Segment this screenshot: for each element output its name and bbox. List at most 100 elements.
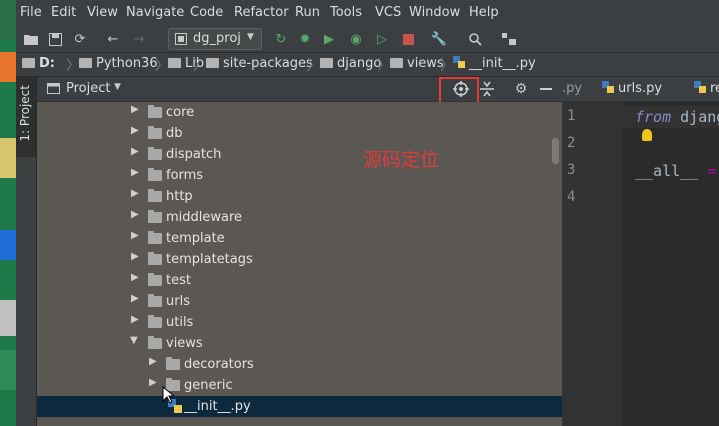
tree-item-forms[interactable]: ▶ forms [37,165,562,186]
tree-item-dispatch[interactable]: ▶ dispatch [37,144,562,165]
run-configuration-dropdown[interactable]: dg_proj ▼ [168,28,262,50]
tree-item-templatetags[interactable]: ▶ templatetags [37,249,562,270]
editor-tab-re[interactable]: re [694,81,719,96]
menu-edit[interactable]: Edit [51,5,76,20]
breadcrumb-python36[interactable]: Python36 [79,56,158,71]
menu-navigate[interactable]: Navigate [126,5,184,20]
code-operator: = [698,162,717,180]
tree-item-urls[interactable]: ▶ urls [37,291,562,312]
expand-arrow-icon[interactable]: ▶ [131,146,139,157]
folder-icon [320,58,333,68]
tree-item-test[interactable]: ▶ test [37,270,562,291]
tree-item-label: __init__.py [184,399,251,414]
stop-icon[interactable] [399,30,417,48]
minimize-icon[interactable] [537,80,555,98]
menu-code[interactable]: Code [190,5,223,20]
collapse-arrow-icon[interactable]: ▼ [130,335,138,346]
menu-file[interactable]: File [20,5,42,20]
expand-arrow-icon[interactable]: ▶ [131,125,139,136]
folder-icon [148,105,162,118]
tree-item-utils[interactable]: ▶ utils [37,312,562,333]
search-icon[interactable] [466,30,484,48]
chevron-down-icon: ▼ [247,32,254,42]
folder-icon [390,58,403,68]
folder-icon [148,189,162,202]
expand-arrow-icon[interactable]: ▶ [131,188,139,199]
wrench-settings-icon[interactable]: 🔧 [430,30,448,48]
profile-icon[interactable]: ▷ [373,30,391,48]
code-editor[interactable]: from djang __all__ = [622,102,719,426]
expand-arrow-icon[interactable]: ▶ [131,272,139,283]
folder-icon [148,231,162,244]
menu-tools[interactable]: Tools [330,5,362,20]
tree-item-middleware[interactable]: ▶ middleware [37,207,562,228]
expand-arrow-icon[interactable]: ▶ [149,356,157,367]
menu-refactor[interactable]: Refactor [234,5,289,20]
expand-arrow-icon[interactable]: ▶ [149,377,157,388]
tree-item-template[interactable]: ▶ template [37,228,562,249]
lightbulb-icon[interactable] [642,129,652,141]
breadcrumb-init-file[interactable]: __init__.py [453,56,536,71]
menu-view[interactable]: View [87,5,118,20]
folder-icon [148,315,162,328]
project-folder-icon [47,83,60,94]
line-number: 1 [567,108,576,124]
gear-icon[interactable]: ⚙ [512,80,530,98]
menu-window[interactable]: Window [409,5,460,20]
folder-icon [148,273,162,286]
tree-item-label: db [166,126,183,141]
breadcrumb-drive[interactable]: D: [22,56,55,71]
expand-arrow-icon[interactable]: ▶ [131,167,139,178]
tree-item-init-py[interactable]: __init__.py [37,396,562,417]
project-tool-tab[interactable]: 1: Project [16,77,36,157]
tool-window-stripe: 1: Project [16,77,37,426]
config-icon [175,33,187,45]
annotation-label: 源码定位 [363,149,440,171]
sync-icon[interactable]: ⟳ [71,30,89,48]
code-line-3: __all__ = [635,162,716,180]
open-folder-icon[interactable] [22,30,40,48]
breadcrumb-views[interactable]: views [390,56,444,71]
tree-item-http[interactable]: ▶ http [37,186,562,207]
tree-item-label: decorators [184,357,254,372]
tree-scrollbar-thumb[interactable] [552,138,559,164]
folder-icon [148,294,162,307]
editor-tab-urls[interactable]: urls.py [602,81,662,96]
expand-arrow-icon[interactable]: ▶ [131,104,139,115]
breadcrumb-site-packages[interactable]: site-packages [206,56,313,71]
back-arrow-icon[interactable]: ← [104,30,122,48]
forward-arrow-icon[interactable]: → [130,30,148,48]
folder-icon [168,58,181,68]
save-icon[interactable] [46,30,64,48]
chevron-down-icon[interactable]: ▼ [114,82,121,92]
tree-item-db[interactable]: ▶ db [37,123,562,144]
tree-item-label: generic [184,378,233,393]
structure-icon[interactable] [500,30,518,48]
rerun-icon[interactable]: ↻ [272,30,290,48]
expand-arrow-icon[interactable]: ▶ [131,251,139,262]
folder-icon [166,357,180,370]
menu-vcs[interactable]: VCS [375,5,401,20]
editor-tab-partial[interactable]: .py [562,81,582,96]
run-icon[interactable]: ▶ [320,30,338,48]
folder-icon [148,252,162,265]
expand-arrow-icon[interactable]: ▶ [131,314,139,325]
expand-arrow-icon[interactable]: ▶ [131,230,139,241]
mouse-cursor-icon [162,386,174,404]
expand-arrow-icon[interactable]: ▶ [131,293,139,304]
debug-bug-icon[interactable]: ✹ [296,30,314,48]
project-view-title[interactable]: Project [66,81,110,96]
menu-run[interactable]: Run [295,5,320,20]
folder-icon [148,147,162,160]
expand-arrow-icon[interactable]: ▶ [131,209,139,220]
tree-item-label: test [166,273,191,288]
tree-item-decorators[interactable]: ▶ decorators [37,354,562,375]
menu-help[interactable]: Help [469,5,499,20]
tree-item-label: template [166,231,225,246]
tree-item-core[interactable]: ▶ core [37,102,562,123]
breadcrumb-django[interactable]: django [320,56,381,71]
coverage-icon[interactable]: ◉ [347,30,365,48]
tree-item-generic[interactable]: ▶ generic [37,375,562,396]
collapse-all-icon[interactable] [478,80,496,98]
tree-item-views[interactable]: ▼ views [37,333,562,354]
